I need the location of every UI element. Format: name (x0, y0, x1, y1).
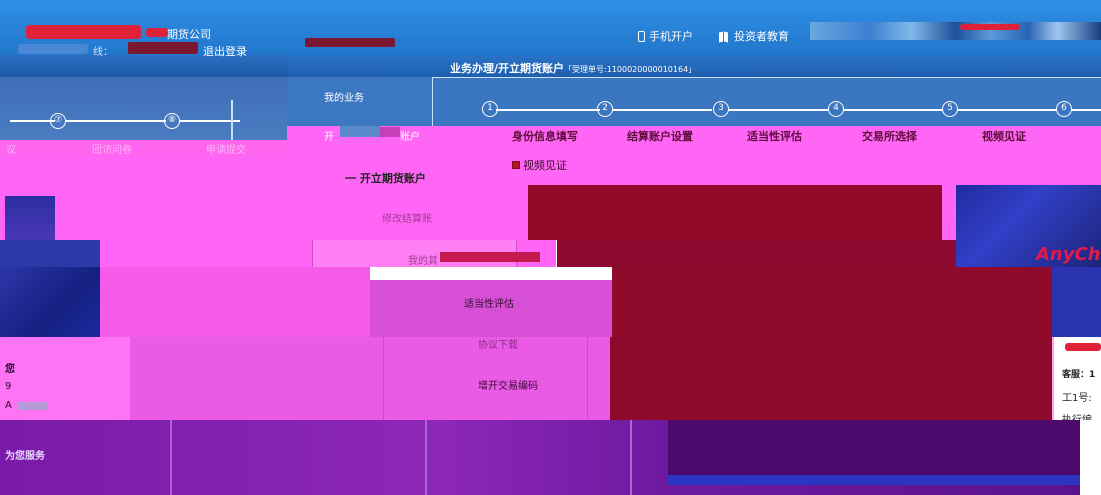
ticket-number: 「受理单号:1100020000010164」 (564, 65, 697, 74)
step-progress-bar (432, 77, 1101, 126)
step-line (957, 109, 1057, 111)
investor-education-link[interactable]: 投资者教育 (718, 28, 789, 44)
step-label-identity: 身份信息填写 (512, 130, 578, 143)
company-name: 期货公司 (167, 28, 211, 41)
step-label-settlement: 结算账户设置 (627, 130, 693, 143)
old-step-8: ⑧ (164, 113, 180, 129)
video-main-panel (528, 185, 942, 240)
right-edge-panel (1080, 420, 1101, 495)
glitch-blue-block (1052, 267, 1101, 337)
old-step-label: 回访问卷 (92, 145, 132, 156)
glitch-blue-block (0, 267, 100, 337)
glitch-fragment (380, 127, 400, 137)
divider (425, 420, 427, 495)
book-icon (718, 31, 730, 42)
glitch-dark-block (0, 240, 100, 267)
phone-icon (638, 30, 645, 42)
section-title: 视频见证 (512, 157, 567, 173)
redacted-logo (26, 25, 141, 39)
left-steps-panel (0, 77, 287, 140)
menu-open-account-partial[interactable]: 开 (324, 128, 334, 143)
service-text: 为您服务 (5, 451, 45, 462)
old-step-7: ⑦ (50, 113, 66, 129)
hotline-label: 线： (93, 47, 113, 58)
menu-open-account-suffix: 账户 (400, 132, 420, 143)
step-1-circle: 1 (482, 101, 498, 117)
old-step-label: 申请提交 (206, 145, 246, 156)
step-6-circle: 6 (1056, 101, 1072, 117)
step-line (728, 109, 828, 111)
right-info-line: 工1号: (1062, 393, 1092, 404)
step-5-circle: 5 (942, 101, 958, 117)
mobile-open-label: 手机开户 (649, 30, 693, 43)
video-main-glitch (612, 267, 1052, 337)
step-label-exchange: 交易所选择 (862, 130, 917, 143)
menu-open-futures-account[interactable]: 一 开立期货账户 (345, 170, 426, 186)
step-label-video: 视频见证 (982, 130, 1026, 143)
menu-my-other[interactable]: 我的其 (408, 252, 438, 267)
step-3-circle: 3 (713, 101, 729, 117)
step-line (843, 109, 943, 111)
page-title: 业务办理/开立期货账户「受理单号:1100020000010164」 (450, 60, 696, 76)
glitch-fragment (18, 402, 48, 410)
menu-suitability[interactable]: 适当性评估 (464, 295, 514, 310)
redacted-hotline-prefix (18, 44, 88, 54)
video-main-glitch (610, 337, 1052, 420)
section-square-icon (512, 161, 520, 169)
step-line (612, 109, 712, 111)
header-glitch-strip (810, 22, 1101, 40)
anychat-brand: AnyCh (1036, 244, 1101, 265)
redacted-username (305, 38, 395, 47)
divider (630, 420, 632, 495)
section-title-text: 视频见证 (523, 159, 567, 172)
menu-add-trade-code[interactable]: 增开交易编码 (478, 377, 538, 392)
glitch-pink-block (100, 267, 370, 337)
menu-agreement-download[interactable]: 协议下载 (478, 336, 518, 351)
glitch-fragment (340, 126, 380, 137)
old-step-label: 议 (6, 145, 16, 156)
glitch-blue-strip (668, 475, 1088, 485)
glitch-dark-band (557, 240, 956, 267)
old-step-line (66, 120, 166, 122)
mobile-open-link[interactable]: 手机开户 (638, 28, 693, 44)
glitch-fragment (440, 252, 540, 262)
customer-service-label: 客服：1 (1062, 370, 1096, 380)
left-info-line: A (5, 400, 12, 411)
step-line (1071, 109, 1101, 111)
left-info-line: 9 (5, 381, 12, 392)
investor-education-label: 投资者教育 (734, 30, 789, 43)
step-line (496, 109, 600, 111)
logout-link[interactable]: 退出登录 (203, 43, 247, 59)
page-title-text: 业务办理/开立期货账户 (450, 62, 565, 75)
video-bottom-glitch (668, 420, 1080, 475)
old-step-line (10, 120, 55, 122)
redacted-header-right (960, 24, 1020, 30)
step-4-circle: 4 (828, 101, 844, 117)
glitch-dark-block (5, 196, 55, 240)
step-2-circle: 2 (597, 101, 613, 117)
redacted-company-prefix (146, 28, 168, 37)
menu-my-business[interactable]: 我的业务 (324, 89, 364, 104)
redacted-right-name (1065, 343, 1101, 351)
divider (170, 420, 172, 495)
step-label-suitability: 适当性评估 (747, 130, 802, 143)
left-info-line: 您 (5, 364, 15, 375)
left-divider (231, 100, 233, 140)
redacted-hotline-number (128, 42, 198, 54)
